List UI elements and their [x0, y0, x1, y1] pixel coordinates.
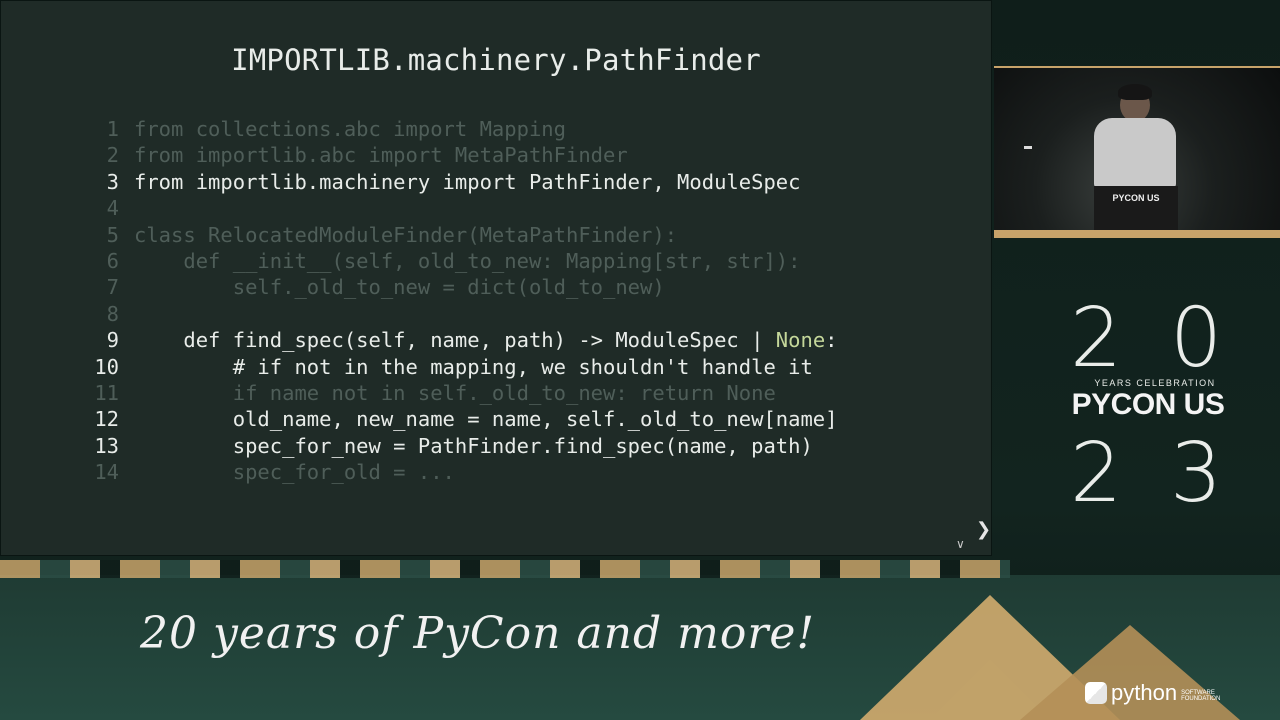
speaker-body: [1094, 118, 1176, 188]
code-text: class RelocatedModuleFinder(MetaPathFind…: [134, 222, 678, 247]
line-number: 1: [106, 117, 119, 141]
code-text: from importlib.machinery import PathFind…: [134, 169, 801, 194]
code-line: 6 def __init__(self, old_to_new: Mapping…: [93, 248, 838, 274]
line-number: 5: [106, 222, 119, 247]
code-line: 13 spec_for_new = PathFinder.find_spec(n…: [93, 433, 838, 459]
code-text: # if not in the mapping, we shouldn't ha…: [134, 354, 813, 379]
code-line: 8: [93, 301, 838, 327]
line-number: 3: [106, 169, 119, 194]
code-text: from collections.abc import Mapping: [134, 117, 566, 141]
code-text: self._old_to_new = dict(old_to_new): [134, 275, 665, 300]
psf-logo-subtext: SOFTWARE FOUNDATION: [1181, 690, 1221, 702]
python-snake-icon: [1085, 682, 1107, 704]
logo-digit: 0: [1170, 291, 1223, 386]
line-number: 2: [106, 143, 119, 168]
code-line: 12 old_name, new_name = name, self._old_…: [93, 406, 838, 432]
speaker-hair: [1118, 84, 1152, 100]
line-number: 11: [94, 380, 119, 405]
years-celebration-text: YEARS CELEBRATION: [1094, 378, 1216, 388]
code-line: 2 from importlib.abc import MetaPathFinde…: [93, 142, 838, 168]
logo-digit: 2: [1070, 291, 1123, 386]
presentation-slide: IMPORTLIB.machinery.PathFinder 1 from col…: [0, 0, 992, 556]
chevron-right-icon[interactable]: ❯: [976, 519, 991, 540]
line-number: 12: [94, 407, 119, 432]
code-text: old_name, new_name = name, self._old_to_…: [134, 407, 838, 432]
decorative-strip: [0, 560, 1010, 578]
line-number: 13: [94, 433, 119, 458]
line-number: 10: [94, 354, 119, 379]
speaker-camera-feed: PYCON US: [994, 66, 1280, 238]
code-text: spec_for_old = ...: [134, 460, 455, 485]
logo-digit: 3: [1170, 426, 1223, 521]
code-line: 5 class RelocatedModuleFinder(MetaPathFin…: [93, 222, 838, 248]
code-text: def find_spec(self, name, path) -> Modul…: [134, 328, 838, 353]
code-line: 3 from importlib.machinery import PathFin…: [93, 169, 838, 195]
code-line: 9 def find_spec(self, name, path) -> Mod…: [93, 327, 838, 353]
line-number: 14: [94, 460, 119, 485]
python-software-foundation-logo: python SOFTWARE FOUNDATION: [1085, 680, 1225, 706]
code-line: 4: [93, 195, 838, 221]
code-line: 10 # if not in the mapping, we shouldn't…: [93, 354, 838, 380]
podium-label: PYCON US: [1112, 193, 1160, 203]
code-line: 1 from collections.abc import Mapping: [93, 116, 838, 142]
python-logo-text: python: [1111, 680, 1178, 705]
line-number: 6: [106, 248, 119, 273]
line-number: 7: [106, 275, 119, 300]
code-text: if name not in self._old_to_new: return …: [134, 380, 776, 405]
slide-title: IMPORTLIB.machinery.PathFinder: [231, 43, 761, 77]
line-number: 9: [106, 328, 119, 353]
tagline: 20 years of PyCon and more!: [140, 608, 816, 659]
pycon-2023-logo: 2 0 YEARS CELEBRATION PYCON US 2 3: [1010, 250, 1280, 560]
code-line: 14 spec_for_old = ...: [93, 459, 838, 485]
code-text: from importlib.abc import MetaPathFinder: [134, 143, 628, 168]
code-text: spec_for_new = PathFinder.find_spec(name…: [134, 433, 813, 458]
code-block: 1 from collections.abc import Mapping 2 fro…: [93, 116, 838, 485]
pycon-us-wordmark: PYCON US: [1071, 388, 1225, 421]
chevron-down-icon[interactable]: ∨: [956, 537, 965, 551]
code-text: def __init__(self, old_to_new: Mapping[s…: [134, 248, 801, 273]
code-line: 7 self._old_to_new = dict(old_to_new): [93, 274, 838, 300]
code-line: 11 if name not in self._old_to_new: retu…: [93, 380, 838, 406]
line-number: 4: [106, 196, 119, 221]
logo-digit: 2: [1070, 426, 1123, 521]
stage-light: [1024, 146, 1032, 149]
line-number: 8: [106, 301, 119, 326]
